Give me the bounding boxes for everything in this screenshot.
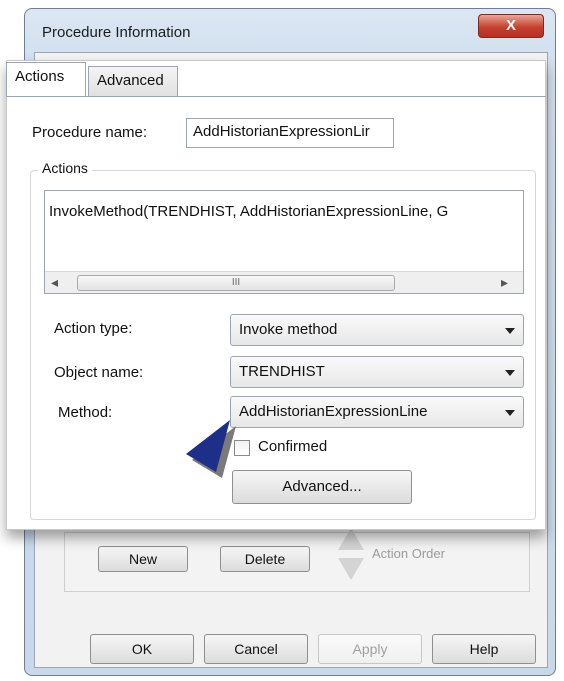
action-order-label: Action Order [372,546,445,561]
down-arrow-icon [338,558,364,580]
scroll-thumb[interactable]: III [77,275,395,291]
actions-group-legend: Actions [38,160,92,176]
object-name-value: TRENDHIST [239,363,325,380]
object-name-label: Object name: [54,364,144,381]
list-item[interactable]: InvokeMethod(TRENDHIST, AddHistorianExpr… [49,203,521,220]
help-button[interactable]: Help [432,634,536,664]
tab-advanced[interactable]: Advanced [88,66,178,96]
tab-divider [6,96,546,97]
procedure-name-label: Procedure name: [32,124,148,141]
scroll-right-icon[interactable]: ▸ [501,274,508,291]
horizontal-scrollbar[interactable]: ◂ III ▸ [45,271,523,293]
method-label: Method: [58,404,113,421]
method-value: AddHistorianExpressionLine [239,403,428,420]
action-type-select[interactable]: Invoke method [230,314,524,346]
new-button[interactable]: New [98,546,188,572]
cancel-button[interactable]: Cancel [204,634,308,664]
chevron-down-icon [505,410,515,416]
actions-listbox[interactable]: InvokeMethod(TRENDHIST, AddHistorianExpr… [44,190,524,294]
chevron-down-icon [505,328,515,334]
close-button[interactable]: X [478,14,544,38]
confirmed-checkbox[interactable] [234,440,250,456]
scroll-left-icon[interactable]: ◂ [51,274,58,291]
confirmed-label: Confirmed [258,438,328,455]
tab-actions[interactable]: Actions [6,62,86,96]
close-icon: X [505,17,516,34]
window-title: Procedure Information [42,24,191,41]
up-arrow-icon [338,528,364,550]
action-type-value: Invoke method [239,321,338,338]
method-select[interactable]: AddHistorianExpressionLine [230,396,524,428]
object-name-select[interactable]: TRENDHIST [230,356,524,388]
apply-button[interactable]: Apply [318,634,422,664]
action-order-arrows[interactable] [336,524,366,584]
chevron-down-icon [505,370,515,376]
action-type-label: Action type: [54,320,133,337]
delete-button[interactable]: Delete [220,546,310,572]
procedure-name-field[interactable]: AddHistorianExpressionLir [186,118,394,148]
ok-button[interactable]: OK [90,634,194,664]
advanced-button[interactable]: Advanced... [232,470,412,504]
